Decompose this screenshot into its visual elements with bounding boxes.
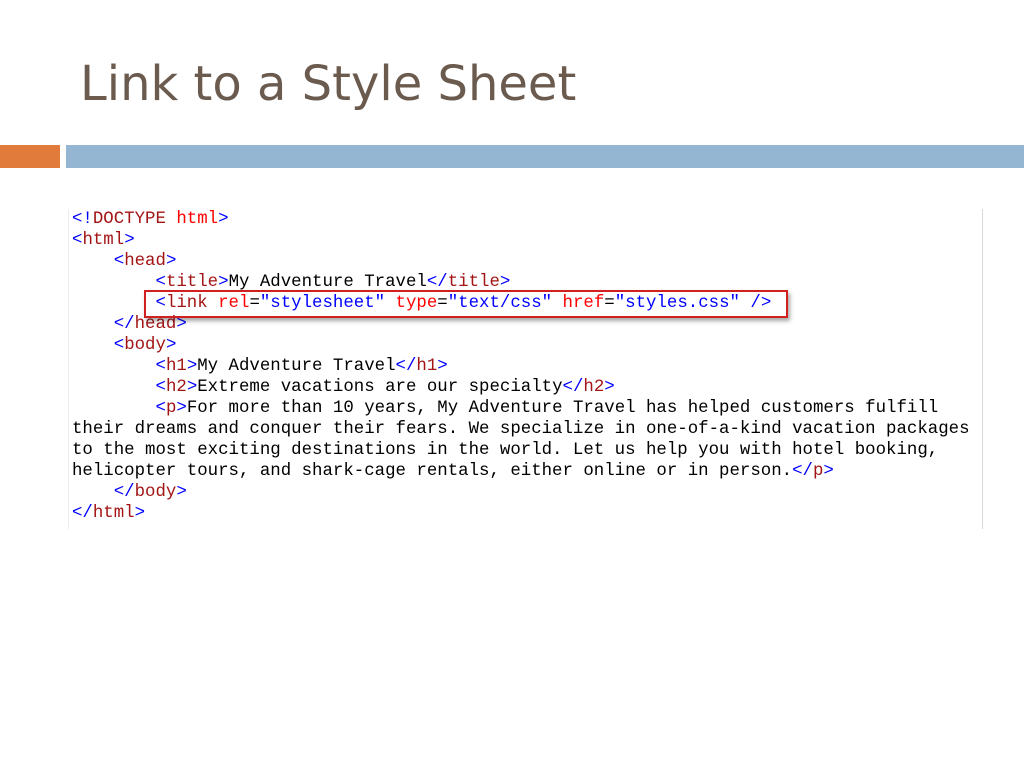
code-token: head [134, 315, 177, 334]
code-token: helicopter tours, and shark-cage rentals… [72, 462, 793, 481]
code-token: > [176, 483, 187, 502]
code-token: </ [72, 504, 93, 523]
code-line: <head> [72, 251, 970, 272]
code-token: to the most exciting destinations in the… [72, 441, 939, 460]
code-token: p [812, 462, 824, 481]
code-token: For more than 10 years, My Adventure Tra… [186, 399, 939, 418]
code-line: to the most exciting destinations in the… [72, 440, 970, 461]
code-line: </head> [72, 314, 970, 335]
code-token: link [165, 294, 208, 313]
code-token: title [165, 273, 219, 292]
code-token: > [186, 378, 198, 397]
code-line: <!DOCTYPE html> [72, 209, 970, 230]
code-token: </ [395, 357, 417, 376]
code-token: = [437, 294, 448, 313]
code-token: > [165, 252, 177, 271]
code-token: My Adventure Travel [197, 357, 396, 376]
code-line: </body> [72, 482, 970, 503]
code-token: </ [792, 462, 813, 481]
accent-bar-orange [0, 145, 60, 168]
code-line: <h2>Extreme vacations are our specialty<… [72, 377, 970, 398]
code-token: p [165, 399, 177, 418]
code-token: > [604, 378, 615, 397]
code-token: href [562, 294, 605, 313]
code-token: < [155, 399, 166, 418]
code-token: > [218, 273, 229, 292]
code-line: <html> [72, 230, 970, 251]
slide: Link to a Style Sheet <!DOCTYPE html> <ht… [0, 0, 1024, 768]
code-line: <h1>My Adventure Travel</h1> [72, 356, 970, 377]
code-token: > [823, 462, 834, 481]
code-line: </html> [72, 503, 970, 524]
code-line: helicopter tours, and shark-cage rentals… [72, 461, 970, 482]
code-token: html [82, 231, 125, 250]
code-token: < [155, 294, 166, 313]
slide-title: Link to a Style Sheet [80, 56, 577, 112]
code-token: rel [218, 294, 250, 313]
code-token: "text/css" [447, 294, 553, 313]
code-token: < [155, 378, 166, 397]
code-token: < [155, 357, 166, 376]
code-token: > [134, 504, 146, 523]
code-token: body [124, 336, 166, 355]
code-token: > [437, 357, 448, 376]
code-token: > [186, 357, 198, 376]
code-token: > [165, 336, 177, 355]
code-token: < [72, 231, 83, 250]
code-token: < [155, 273, 166, 292]
accent-bar-blue [66, 145, 1024, 168]
code-block: <!DOCTYPE html> <html> <head> <title>My A… [72, 209, 970, 524]
code-token: /> [739, 294, 772, 313]
code-token: h1 [416, 357, 438, 376]
code-token: </ [562, 378, 584, 397]
code-token: h1 [165, 357, 187, 376]
code-line: <link rel="stylesheet" type="text/css" h… [72, 293, 970, 314]
code-token: > [124, 231, 135, 250]
code-token: </ [113, 315, 135, 334]
code-token: "stylesheet" [259, 294, 386, 313]
code-line: their dreams and conquer their fears. We… [72, 419, 970, 440]
code-token: < [113, 336, 125, 355]
code-line: <title>My Adventure Travel</title> [72, 272, 970, 293]
code-token: > [499, 273, 511, 292]
code-token: their dreams and conquer their fears. We… [72, 420, 970, 439]
code-token: title [447, 273, 500, 292]
code-token: </ [113, 483, 135, 502]
code-token: "styles.css" [614, 294, 740, 313]
code-token: > [176, 399, 187, 418]
code-token: html [176, 210, 219, 229]
code-line: <p>For more than 10 years, My Adventure … [72, 398, 970, 419]
code-screenshot: <!DOCTYPE html> <html> <head> <title>My A… [68, 209, 983, 529]
code-token: Extreme vacations are our specialty [197, 378, 563, 397]
code-token: DOCTYPE [92, 210, 166, 229]
code-line: <body> [72, 335, 970, 356]
code-token: head [124, 252, 166, 271]
code-token: = [604, 294, 615, 313]
code-token: = [249, 294, 260, 313]
code-token: type [395, 294, 438, 313]
code-token: </ [426, 273, 448, 292]
code-token: html [92, 504, 135, 523]
code-token: > [218, 210, 229, 229]
code-token: <! [72, 210, 93, 229]
code-token: < [113, 252, 125, 271]
code-token: h2 [583, 378, 605, 397]
code-token: > [176, 315, 187, 334]
code-token: h2 [165, 378, 187, 397]
code-token: My Adventure Travel [228, 273, 427, 292]
code-token: body [134, 483, 177, 502]
